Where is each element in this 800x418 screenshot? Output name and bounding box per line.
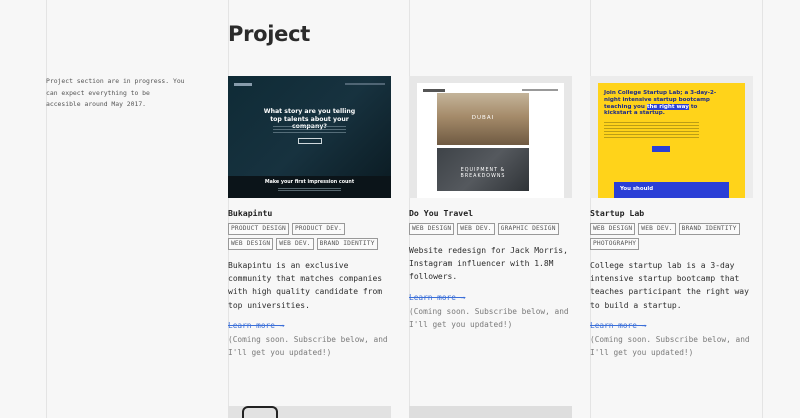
thumbnail-brand (423, 89, 445, 92)
coming-soon-note: (Coming soon. Subscribe below, and I'll … (590, 334, 750, 357)
thumbnail-photo: EQUIPMENT & BREAKDOWNS (437, 148, 529, 191)
thumbnail-subheadline: Make your first impression count (264, 180, 355, 185)
tag: WEB DESIGN (228, 238, 274, 250)
thumbnail-button (652, 146, 670, 152)
tag: PRODUCT DEV. (291, 223, 346, 235)
project-description: Website redesign for Jack Morris, Instag… (409, 246, 568, 282)
thumbnail-button (298, 138, 322, 144)
thumbnail-subtext (273, 126, 346, 134)
tag-list: WEB DESIGN WEB DEV. GRAPHIC DESIGN (409, 223, 572, 235)
tag-list: PRODUCT DESIGN PRODUCT DEV. WEB DESIGN W… (228, 223, 391, 250)
learn-more-link[interactable]: Learn more → (409, 292, 572, 303)
project-description: Bukapintu is an exclusive community that… (228, 261, 383, 310)
tag: WEB DESIGN (409, 223, 455, 235)
project-title: Do You Travel (409, 208, 474, 218)
thumbnail-photo-caption: EQUIPMENT & BREAKDOWNS (460, 168, 506, 179)
project-card-bukapintu: What story are you telling top talents a… (228, 76, 391, 359)
thumbnail-logo (234, 83, 252, 86)
tag: BRAND IDENTITY (678, 223, 740, 235)
tag: GRAPHIC DESIGN (497, 223, 559, 235)
learn-more-link[interactable]: Learn more → (590, 320, 753, 331)
learn-more-link[interactable]: Learn more → (228, 320, 391, 331)
tag: WEB DEV. (276, 238, 314, 250)
tag: PRODUCT DESIGN (228, 223, 289, 235)
project-thumbnail[interactable] (228, 406, 391, 418)
project-thumbnail[interactable] (409, 406, 572, 418)
thumbnail-subtext (278, 188, 341, 192)
tag: WEB DEV. (638, 223, 676, 235)
page-title: Project (228, 22, 311, 46)
intro-text: Project section are in progress. You can… (46, 77, 185, 108)
thumbnail-blue-text: You should (620, 186, 654, 192)
project-description: College startup lab is a 3-day intensive… (590, 261, 749, 310)
grid-line (46, 0, 47, 418)
thumbnail-headline-highlight: the right way (646, 103, 689, 110)
thumbnail-nav-links (345, 83, 385, 85)
thumbnail-nav-links (522, 89, 558, 91)
project-card-startup-lab: Join College Startup Lab; a 3-day-2-nigh… (590, 76, 753, 359)
thumbnail-subtext (604, 122, 699, 138)
project-thumbnail[interactable]: DUBAI EQUIPMENT & BREAKDOWNS (409, 76, 572, 198)
tag: WEB DESIGN (590, 223, 636, 235)
thumbnail-photo: DUBAI (437, 93, 529, 145)
tag: WEB DEV. (457, 223, 495, 235)
thumbnail-photo-caption: DUBAI (471, 115, 495, 121)
tag: BRAND IDENTITY (316, 238, 378, 250)
grid-line (762, 0, 763, 418)
project-thumbnail[interactable]: What story are you telling top talents a… (228, 76, 391, 198)
thumbnail-headline: Join College Startup Lab; a 3-day-2-nigh… (604, 90, 724, 117)
coming-soon-note: (Coming soon. Subscribe below, and I'll … (409, 306, 569, 329)
coming-soon-note: (Coming soon. Subscribe below, and I'll … (228, 334, 388, 357)
project-thumbnail[interactable]: Join College Startup Lab; a 3-day-2-nigh… (590, 76, 753, 198)
project-title: Bukapintu (228, 208, 273, 218)
project-title: Startup Lab (590, 208, 645, 218)
tag-list: WEB DESIGN WEB DEV. BRAND IDENTITY PHOTO… (590, 223, 753, 250)
device-image (242, 406, 278, 418)
thumbnail-blue-block: You should (614, 182, 729, 198)
thumbnail-nav (234, 82, 385, 88)
tag: PHOTOGRAPHY (590, 238, 640, 250)
project-card-do-you-travel: DUBAI EQUIPMENT & BREAKDOWNS Do You Trav… (409, 76, 572, 331)
